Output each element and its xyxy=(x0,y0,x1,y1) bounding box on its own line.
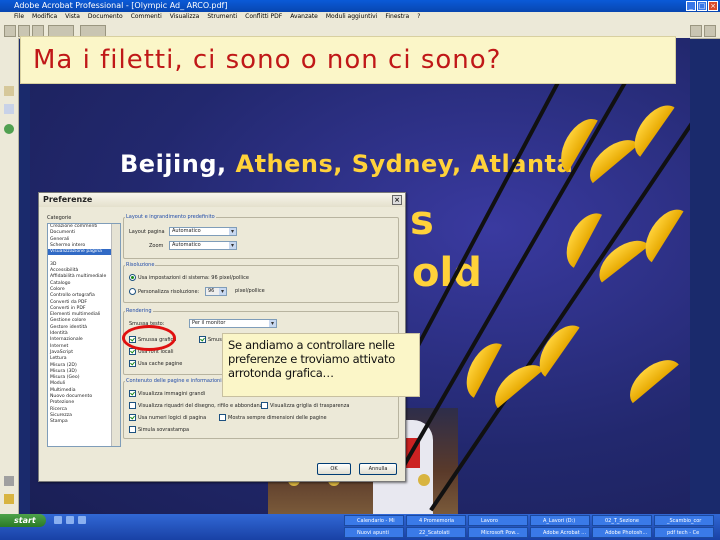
start-button[interactable]: start xyxy=(0,514,46,527)
taskbar-button[interactable]: A_Lavori (D:) xyxy=(530,515,590,526)
rendering-group-label: Rendering xyxy=(125,308,153,314)
menu-item[interactable]: Finestra xyxy=(385,12,409,22)
menu-item[interactable]: Moduli aggiuntivi xyxy=(326,12,378,22)
transparency-grid-checkbox[interactable]: Visualizza griglia di trasparenza xyxy=(261,402,349,409)
resolution-group xyxy=(123,265,399,303)
resolution-group-label: Risoluzione xyxy=(125,262,156,268)
taskbar-button[interactable]: 02_T_Sezione xyxy=(592,515,652,526)
pages-icon[interactable] xyxy=(4,86,14,96)
zoom-icon[interactable] xyxy=(704,25,716,37)
minimize-button[interactable]: _ xyxy=(686,1,696,11)
taskbar-button[interactable]: 22_Scatolati xyxy=(406,527,466,538)
document-word-s: s xyxy=(410,198,434,244)
taskbar-button[interactable]: Adobe Photosh... xyxy=(592,527,652,538)
menu-bar: File Modifica Vista Documento Commenti Visual… xyxy=(0,12,720,22)
page-content-group-label: Contenuto delle pagine e informazioni xyxy=(125,378,223,384)
menu-item[interactable]: File xyxy=(14,12,24,22)
help-icon[interactable] xyxy=(690,25,702,37)
custom-ppi-label: pixel/pollice xyxy=(235,288,265,294)
comments-icon[interactable] xyxy=(4,494,14,504)
ok-button[interactable]: OK xyxy=(317,463,351,475)
taskbar-button[interactable]: _Scambio_cor xyxy=(654,515,714,526)
slide-title-banner: Ma i filetti, ci sono o non ci sono? xyxy=(20,36,676,84)
categories-list[interactable]: Creazione commenti Documenti Generali Scher… xyxy=(47,223,121,447)
layout-page-select[interactable]: Automatico xyxy=(169,227,237,236)
taskbar-button[interactable]: pdf tech - Ce xyxy=(654,527,714,538)
zoom-label: Zoom xyxy=(149,243,164,249)
layout-page-label: Layout pagina xyxy=(129,229,165,235)
taskbar-button[interactable]: 4 Promemoria xyxy=(406,515,466,526)
use-page-cache-checkbox[interactable]: Usa cache pagine xyxy=(129,360,182,367)
categories-scrollbar[interactable] xyxy=(111,224,120,446)
menu-item[interactable]: Vista xyxy=(65,12,80,22)
category-item[interactable]: Stampa xyxy=(48,419,120,425)
menu-item[interactable]: ? xyxy=(417,12,420,22)
categories-label: Categorie xyxy=(47,215,72,221)
quicklaunch-icon[interactable] xyxy=(66,516,74,524)
slide-title: Ma i filetti, ci sono o non ci sono? xyxy=(33,45,502,75)
overprint-preview-checkbox[interactable]: Simula sovrastampa xyxy=(129,426,189,433)
maximize-button[interactable]: □ xyxy=(697,1,707,11)
highlight-circle xyxy=(122,325,176,351)
quicklaunch-icon[interactable] xyxy=(78,516,86,524)
navigation-pane xyxy=(0,38,19,514)
taskbar-button[interactable]: Adobe Acrobat ... xyxy=(530,527,590,538)
taskbar-button[interactable]: Microsoft Pow... xyxy=(468,527,528,538)
document-heading: Beijing, Athens, Sydney, Atlanta xyxy=(120,150,574,178)
callout-note: Se andiamo a controllare nelle preferenz… xyxy=(222,333,420,397)
taskbar-button[interactable]: Calendario - Mi xyxy=(344,515,404,526)
cancel-button[interactable]: Annulla xyxy=(359,463,397,475)
menu-item[interactable]: Strumenti xyxy=(207,12,237,22)
layout-group xyxy=(123,217,399,259)
custom-resolution[interactable]: Personalizza risoluzione: xyxy=(129,288,199,295)
show-large-images-checkbox[interactable]: Visualizza immagini grandi xyxy=(129,390,205,397)
close-button[interactable]: × xyxy=(708,1,718,11)
dialog-close-button[interactable]: × xyxy=(392,195,402,205)
layout-group-label: Layout e ingrandimento predefinito xyxy=(125,214,216,220)
menu-item[interactable]: Avanzate xyxy=(290,12,318,22)
logical-page-numbers-checkbox[interactable]: Usa numeri logici di pagina xyxy=(129,414,206,421)
signatures-icon[interactable] xyxy=(4,124,14,134)
menu-item[interactable]: Modifica xyxy=(32,12,57,22)
dialog-title: Preferenze xyxy=(43,195,93,204)
taskbar: start Calendario - Mi 4 Promemoria Lavoro A… xyxy=(0,514,720,540)
window-titlebar: Adobe Acrobat Professional - [Olympic Ad… xyxy=(0,0,720,12)
quicklaunch-icon[interactable] xyxy=(54,516,62,524)
attachments-icon[interactable] xyxy=(4,476,14,486)
taskbar-button[interactable]: Nuovi apunti xyxy=(344,527,404,538)
smooth-text-select[interactable]: Per il monitor xyxy=(189,319,277,328)
menu-item[interactable]: Visualizza xyxy=(170,12,200,22)
menu-item[interactable]: Commenti xyxy=(131,12,162,22)
dialog-titlebar: Preferenze × xyxy=(39,193,405,207)
window-title: Adobe Acrobat Professional - [Olympic Ad… xyxy=(14,1,228,10)
menu-item[interactable]: Documento xyxy=(88,12,123,22)
use-system-resolution[interactable]: Usa impostazioni di sistema: 96 pixel/po… xyxy=(129,274,249,281)
zoom-select[interactable]: Automatico xyxy=(169,241,237,250)
taskbar-button[interactable]: Lavoro xyxy=(468,515,528,526)
menu-item[interactable]: Conflitti PDF xyxy=(245,12,282,22)
page-size-checkbox[interactable]: Mostra sempre dimensioni delle pagine xyxy=(219,414,327,421)
open-icon[interactable] xyxy=(4,25,16,37)
bookmarks-icon[interactable] xyxy=(4,104,14,114)
art-trim-bleed-checkbox[interactable]: Visualizza riquadri del disegno, rifilo … xyxy=(129,402,265,409)
custom-resolution-input[interactable]: 96 xyxy=(205,287,227,296)
